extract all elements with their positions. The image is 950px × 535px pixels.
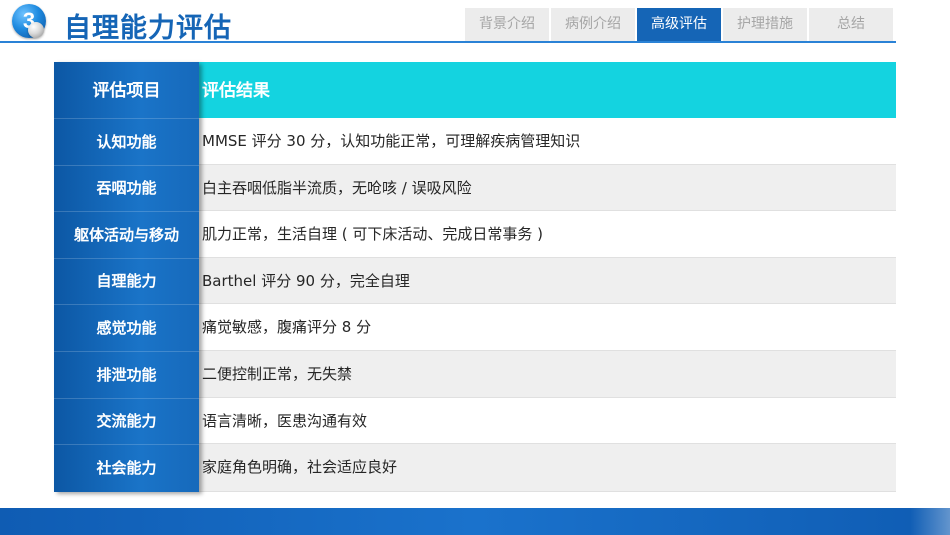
item-cell: 社会能力 xyxy=(96,459,157,477)
item-cell: 自理能力 xyxy=(96,272,157,290)
item-cell: 躯体活动与移动 xyxy=(73,226,179,244)
tab-nursing[interactable]: 护理措施 xyxy=(723,8,807,41)
table-row: Barthel 评分 90 分，完全自理 xyxy=(199,258,896,304)
page-title: 自理能力评估 xyxy=(64,13,232,44)
section-tabs: 背景介绍 病例介绍 高级评估 护理措施 总结 xyxy=(465,8,895,41)
table-row: 二便控制正常，无失禁 xyxy=(199,351,896,398)
result-cell: 语言清晰，医患沟通有效 xyxy=(202,412,368,430)
table-row: 肌力正常，生活自理 ( 可下床活动、完成日常事务 ) xyxy=(199,211,896,258)
tab-background[interactable]: 背景介绍 xyxy=(465,8,549,41)
tab-assessment[interactable]: 高级评估 xyxy=(637,8,721,41)
badge-dot-icon xyxy=(28,22,44,38)
table-row: 痛觉敏感，腹痛评分 8 分 xyxy=(199,304,896,351)
result-cell: Barthel 评分 90 分，完全自理 xyxy=(202,272,410,290)
column-header-item: 评估项目 xyxy=(92,81,161,101)
result-cell: 二便控制正常，无失禁 xyxy=(202,365,353,383)
result-cell: 肌力正常，生活自理 ( 可下床活动、完成日常事务 ) xyxy=(202,225,544,243)
item-column: 评估项目 认知功能 吞咽功能 躯体活动与移动 自理能力 感觉功能 排泄功能 交流… xyxy=(54,62,199,492)
result-cell: 痛觉敏感，腹痛评分 8 分 xyxy=(202,318,372,336)
result-cell: MMSE 评分 30 分，认知功能正常，可理解疾病管理知识 xyxy=(202,132,581,150)
table-row: 语言清晰，医患沟通有效 xyxy=(199,398,896,444)
footer-bar xyxy=(0,508,950,535)
result-cell: 家庭角色明确，社会适应良好 xyxy=(202,458,398,476)
table-row: 白主吞咽低脂半流质，无呛咳 / 误吸风险 xyxy=(199,165,896,211)
item-cell: 吞咽功能 xyxy=(96,179,157,197)
result-cell: 白主吞咽低脂半流质，无呛咳 / 误吸风险 xyxy=(202,179,472,197)
tab-case[interactable]: 病例介绍 xyxy=(551,8,635,41)
tab-summary[interactable]: 总结 xyxy=(809,8,893,41)
item-cell: 排泄功能 xyxy=(96,366,157,384)
table-row: 家庭角色明确，社会适应良好 xyxy=(199,444,896,492)
column-header-result: 评估结果 xyxy=(199,62,896,118)
footer-shade xyxy=(910,508,950,535)
table-row: MMSE 评分 30 分，认知功能正常，可理解疾病管理知识 xyxy=(199,118,896,165)
item-cell: 感觉功能 xyxy=(96,319,157,337)
slide-header: 3 自理能力评估 背景介绍 病例介绍 高级评估 护理措施 总结 xyxy=(0,0,950,44)
item-cell: 认知功能 xyxy=(96,133,157,151)
column-header-result-label: 评估结果 xyxy=(202,81,270,101)
header-divider xyxy=(0,41,896,43)
item-cell: 交流能力 xyxy=(96,412,157,430)
